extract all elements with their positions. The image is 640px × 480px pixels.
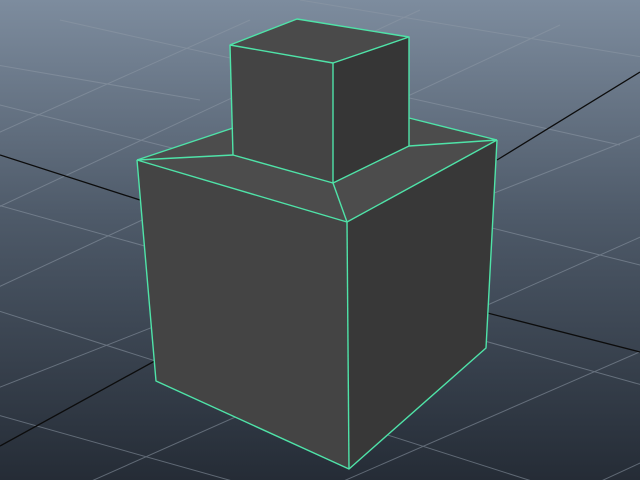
viewport-canvas[interactable]	[0, 0, 640, 480]
perspective-viewport[interactable]	[0, 0, 640, 480]
